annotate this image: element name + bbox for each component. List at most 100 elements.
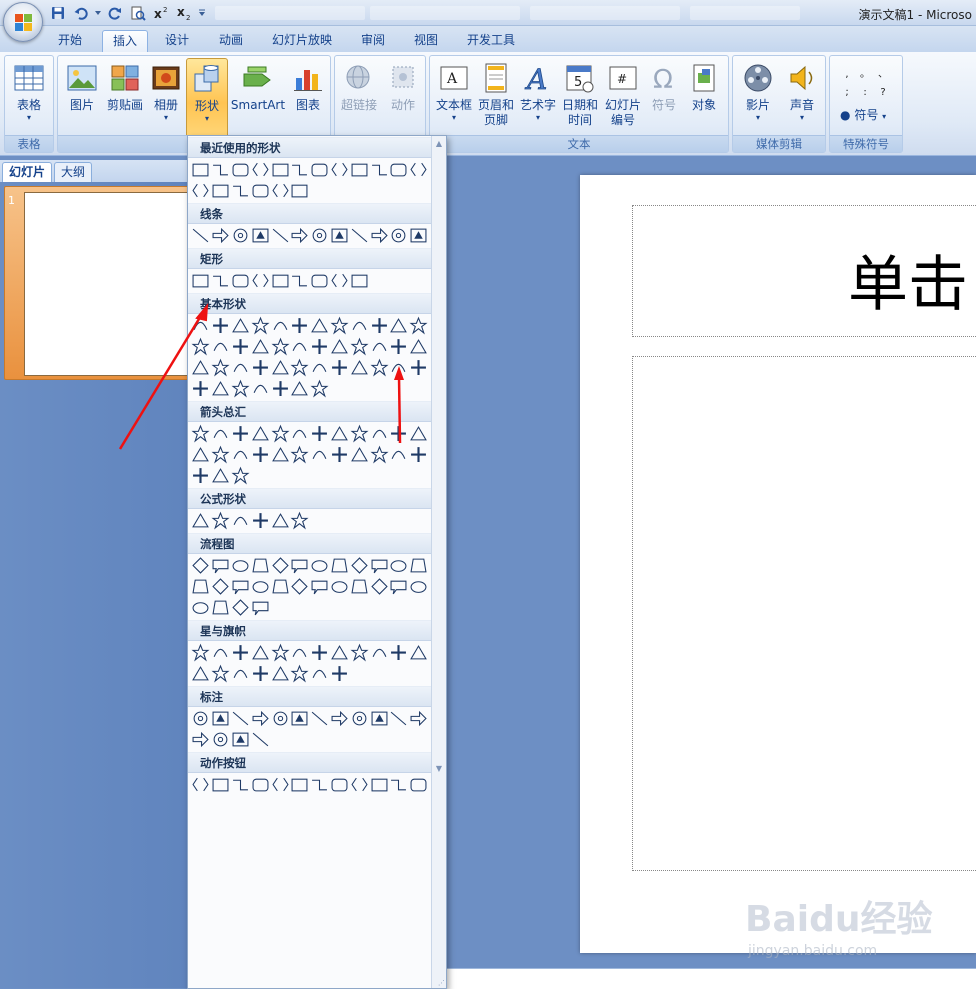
shape-basic-icon[interactable] bbox=[191, 315, 211, 336]
shape-rect-icon[interactable] bbox=[191, 270, 211, 291]
shape-basic-icon[interactable] bbox=[349, 315, 369, 336]
shape-action-icon[interactable] bbox=[191, 774, 211, 795]
shape-basic-icon[interactable] bbox=[369, 315, 389, 336]
shape-basic-icon[interactable] bbox=[231, 357, 251, 378]
shape-stars-icon[interactable] bbox=[270, 642, 290, 663]
shape-stars-icon[interactable] bbox=[330, 642, 350, 663]
shape-equation-icon[interactable] bbox=[231, 510, 251, 531]
shape-arrows-icon[interactable] bbox=[290, 423, 310, 444]
shape-basic-icon[interactable] bbox=[349, 357, 369, 378]
slide-number-button[interactable]: # 幻灯片 编号 bbox=[602, 58, 644, 136]
shape-arrows-icon[interactable] bbox=[409, 444, 429, 465]
shape-flowchart-icon[interactable] bbox=[349, 576, 369, 597]
shape-arrows-icon[interactable] bbox=[191, 423, 211, 444]
textbox-button[interactable]: A 文本框 ▾ bbox=[434, 58, 474, 136]
tab-outline-panel[interactable]: 大纲 bbox=[54, 162, 93, 182]
shape-action-icon[interactable] bbox=[250, 774, 270, 795]
shape-flowchart-icon[interactable] bbox=[211, 555, 231, 576]
shape-rect-icon[interactable] bbox=[349, 270, 369, 291]
shape-equation-icon[interactable] bbox=[211, 510, 231, 531]
shape-lines-icon[interactable] bbox=[191, 225, 211, 246]
shape-flowchart-icon[interactable] bbox=[250, 555, 270, 576]
shape-lines-icon[interactable] bbox=[349, 225, 369, 246]
tab-home[interactable]: 开始 bbox=[48, 30, 92, 52]
tab-slideshow[interactable]: 幻灯片放映 bbox=[262, 30, 342, 52]
shape-flowchart-icon[interactable] bbox=[389, 555, 409, 576]
shape-recent-icon[interactable] bbox=[330, 159, 350, 180]
shape-basic-icon[interactable] bbox=[310, 357, 330, 378]
shape-stars-icon[interactable] bbox=[389, 642, 409, 663]
shape-equation-icon[interactable] bbox=[290, 510, 310, 531]
shape-basic-icon[interactable] bbox=[290, 357, 310, 378]
shape-stars-icon[interactable] bbox=[349, 642, 369, 663]
shape-callouts-icon[interactable] bbox=[270, 708, 290, 729]
shape-basic-icon[interactable] bbox=[330, 336, 350, 357]
picture-button[interactable]: 图片 bbox=[62, 58, 102, 136]
shape-lines-icon[interactable] bbox=[389, 225, 409, 246]
shape-lines-icon[interactable] bbox=[250, 225, 270, 246]
shape-flowchart-icon[interactable] bbox=[270, 555, 290, 576]
shape-callouts-icon[interactable] bbox=[349, 708, 369, 729]
shape-recent-icon[interactable] bbox=[270, 180, 290, 201]
symbol-comma[interactable]: , bbox=[838, 66, 856, 84]
shape-basic-icon[interactable] bbox=[409, 336, 429, 357]
shape-basic-icon[interactable] bbox=[270, 336, 290, 357]
shape-stars-icon[interactable] bbox=[250, 642, 270, 663]
shape-basic-icon[interactable] bbox=[231, 315, 251, 336]
shape-flowchart-icon[interactable] bbox=[409, 576, 429, 597]
shape-basic-icon[interactable] bbox=[310, 336, 330, 357]
shape-arrows-icon[interactable] bbox=[250, 444, 270, 465]
tab-design[interactable]: 设计 bbox=[155, 30, 199, 52]
shape-basic-icon[interactable] bbox=[330, 357, 350, 378]
shape-arrows-icon[interactable] bbox=[270, 444, 290, 465]
shape-stars-icon[interactable] bbox=[270, 663, 290, 684]
shape-rect-icon[interactable] bbox=[250, 270, 270, 291]
shape-recent-icon[interactable] bbox=[191, 159, 211, 180]
shape-lines-icon[interactable] bbox=[231, 225, 251, 246]
symbol-question[interactable]: ? bbox=[874, 84, 892, 102]
shape-basic-icon[interactable] bbox=[231, 336, 251, 357]
datetime-button[interactable]: 5 日期和 时间 bbox=[560, 58, 600, 136]
shape-basic-icon[interactable] bbox=[250, 378, 270, 399]
shape-basic-icon[interactable] bbox=[270, 315, 290, 336]
resize-grip-icon[interactable]: ⋰ bbox=[438, 979, 445, 987]
shape-arrows-icon[interactable] bbox=[270, 423, 290, 444]
shape-flowchart-icon[interactable] bbox=[270, 576, 290, 597]
shape-stars-icon[interactable] bbox=[191, 663, 211, 684]
shape-stars-icon[interactable] bbox=[310, 642, 330, 663]
shape-arrows-icon[interactable] bbox=[250, 423, 270, 444]
shape-recent-icon[interactable] bbox=[409, 159, 429, 180]
content-placeholder[interactable] bbox=[632, 356, 976, 871]
shape-flowchart-icon[interactable] bbox=[409, 555, 429, 576]
shape-callouts-icon[interactable] bbox=[250, 729, 270, 750]
shape-stars-icon[interactable] bbox=[330, 663, 350, 684]
shape-arrows-icon[interactable] bbox=[330, 423, 350, 444]
shape-stars-icon[interactable] bbox=[191, 642, 211, 663]
chart-button[interactable]: 图表 bbox=[288, 58, 328, 136]
scroll-up-icon[interactable]: ▲ bbox=[434, 139, 444, 149]
shape-recent-icon[interactable] bbox=[211, 159, 231, 180]
shape-recent-icon[interactable] bbox=[290, 159, 310, 180]
shape-flowchart-icon[interactable] bbox=[330, 576, 350, 597]
special-symbol-button[interactable]: ● 符号 ▾ bbox=[840, 106, 886, 123]
shape-basic-icon[interactable] bbox=[290, 336, 310, 357]
shape-flowchart-icon[interactable] bbox=[369, 576, 389, 597]
shape-action-icon[interactable] bbox=[409, 774, 429, 795]
save-icon[interactable] bbox=[48, 3, 68, 23]
shape-callouts-icon[interactable] bbox=[211, 729, 231, 750]
shape-arrows-icon[interactable] bbox=[389, 423, 409, 444]
shape-recent-icon[interactable] bbox=[250, 159, 270, 180]
shape-stars-icon[interactable] bbox=[250, 663, 270, 684]
hyperlink-button[interactable]: 超链接 bbox=[338, 58, 380, 136]
shape-lines-icon[interactable] bbox=[290, 225, 310, 246]
shape-flowchart-icon[interactable] bbox=[231, 555, 251, 576]
office-button[interactable] bbox=[3, 2, 43, 42]
print-preview-icon[interactable] bbox=[128, 3, 148, 23]
shape-basic-icon[interactable] bbox=[270, 378, 290, 399]
shape-basic-icon[interactable] bbox=[290, 378, 310, 399]
shape-stars-icon[interactable] bbox=[211, 663, 231, 684]
shape-flowchart-icon[interactable] bbox=[349, 555, 369, 576]
shape-flowchart-icon[interactable] bbox=[211, 576, 231, 597]
shape-arrows-icon[interactable] bbox=[330, 444, 350, 465]
shape-callouts-icon[interactable] bbox=[231, 729, 251, 750]
